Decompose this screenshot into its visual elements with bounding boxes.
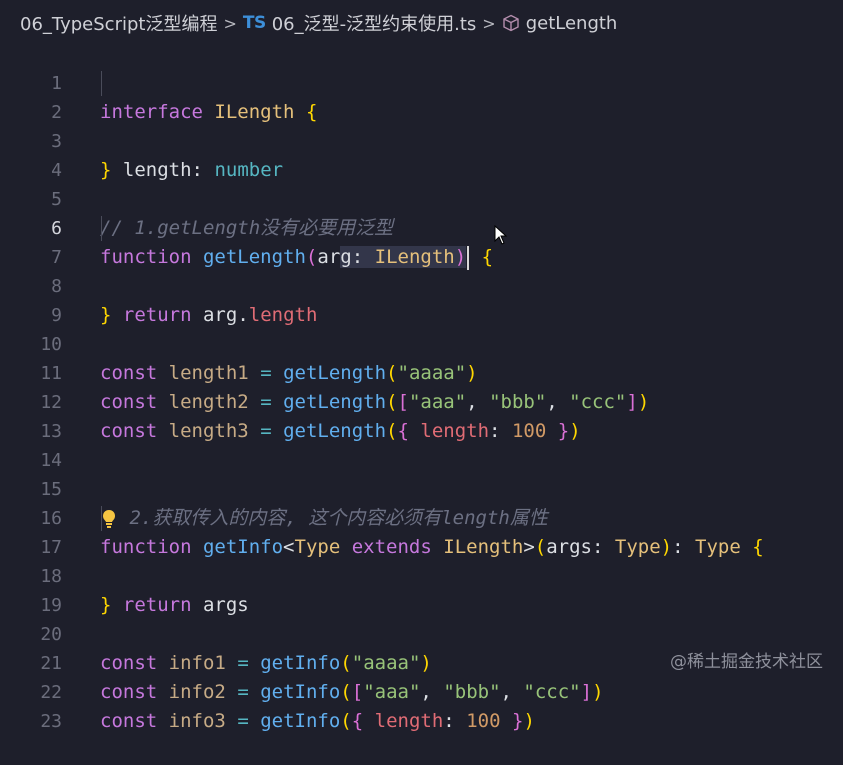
- indent-guide: [101, 71, 102, 96]
- typescript-file-icon: TS: [242, 13, 266, 33]
- code-line[interactable]: 12 const length3 = getLength({ length: 1…: [0, 359, 843, 442]
- watermark: @稀土掘金技术社区: [670, 652, 823, 672]
- code-line[interactable]: 13: [0, 388, 843, 442]
- number-literal: 100: [466, 710, 501, 732]
- code-line[interactable]: 1 interface ILength {: [0, 40, 843, 123]
- code-line[interactable]: 19: [0, 562, 843, 616]
- code-line[interactable]: 7 return arg.length: [0, 214, 843, 326]
- mouse-pointer-icon: [494, 225, 508, 245]
- code-line[interactable]: 16 function getInfo<Type extends ILength…: [0, 475, 843, 558]
- indent-guide: [101, 506, 102, 531]
- code-line[interactable]: 4: [0, 127, 843, 181]
- code-line[interactable]: 3 }: [0, 98, 843, 181]
- code-line[interactable]: 9: [0, 272, 843, 326]
- code-line[interactable]: 14: [0, 417, 843, 471]
- property-name: length: [374, 710, 444, 732]
- code-line[interactable]: 10 const length1 = getLength("aaaa"): [0, 301, 843, 384]
- indent-guide: [101, 216, 102, 241]
- code-editor[interactable]: 1 interface ILength { 2 length: number 3…: [0, 40, 843, 732]
- breadcrumb-file[interactable]: 06_泛型-泛型约束使用.ts: [272, 10, 477, 36]
- code-line[interactable]: 21 const info2 = getInfo(["aaa", "bbb", …: [0, 620, 843, 703]
- variable-name: info3: [168, 710, 226, 732]
- line-number: 23: [40, 711, 62, 732]
- code-line[interactable]: 6 function getLength(arg: ILength) {: [0, 185, 843, 270]
- breadcrumb-folder[interactable]: 06_TypeScript泛型编程: [20, 10, 217, 36]
- cube-icon: [502, 14, 519, 32]
- code-line[interactable]: 17 return args: [0, 504, 843, 616]
- code-line[interactable]: 23: [0, 678, 843, 732]
- code-line[interactable]: 11 const length2 = getLength(["aaa", "bb…: [0, 330, 843, 413]
- code-line[interactable]: 2 length: number: [0, 69, 843, 181]
- code-line[interactable]: 15 2.获取传入的内容, 这个内容必须有length属性: [0, 446, 843, 529]
- code-line[interactable]: 20 const info1 = getInfo("aaaa"): [0, 591, 843, 674]
- breadcrumb-symbol[interactable]: getLength: [526, 13, 618, 34]
- code-line[interactable]: 5 // 1.getLength没有必要用泛型: [0, 156, 843, 239]
- function-name: getInfo: [260, 710, 341, 732]
- chevron-right-icon: >: [482, 13, 496, 33]
- code-line[interactable]: 18 }: [0, 533, 843, 616]
- keyword: const: [100, 710, 158, 732]
- code-line[interactable]: 8 }: [0, 243, 843, 326]
- chevron-right-icon: >: [223, 13, 237, 33]
